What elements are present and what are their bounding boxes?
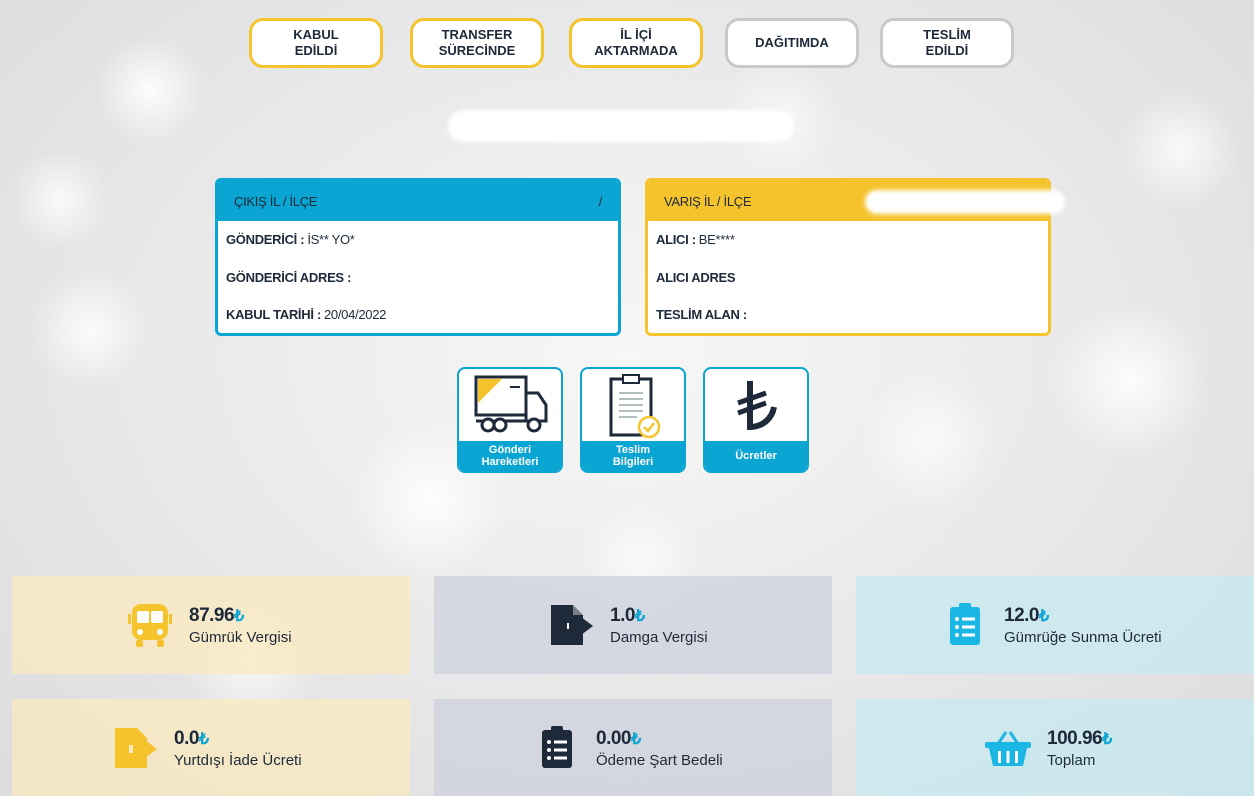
currency-symbol: ₺ [1102,730,1112,748]
fees-label: Ücretler [705,441,807,471]
fee-return-abroad: 0.0₺ Yurtdışı İade Ücreti [12,699,410,796]
sender-value: İS** YO* [307,232,355,248]
truck-icon [474,375,548,433]
step-out-for-delivery[interactable]: DAĞITIMDA [725,18,859,68]
fee-amount: 1.0 [610,604,635,626]
clipboard-list-icon [532,723,582,773]
fee-name: Gümrüğe Sunma Ücreti [1004,628,1162,646]
fee-amount: 0.0 [174,727,199,749]
fee-name: Toplam [1047,751,1096,769]
fee-amount: 87.96 [189,604,235,626]
sender-label: GÖNDERİCİ : [226,232,305,248]
delivery-info-tile[interactable]: Teslim Bilgileri [580,367,686,473]
accept-date-value: 20/04/2022 [323,307,387,323]
redacted-tracking-number [448,110,794,142]
fee-name: Gümrük Vergisi [189,628,292,646]
fee-customs-submission: 12.0₺ Gümrüğe Sunma Ücreti [856,576,1254,674]
clipboard-list-icon [940,600,990,650]
sender-row: GÖNDERİCİ : İS** YO* [218,221,618,259]
redacted-destination-city [865,190,1065,214]
fee-amount: 12.0 [1004,604,1039,626]
lira-icon [737,381,777,431]
fee-stamp-tax: 1.0₺ Damga Vergisi [434,576,832,674]
step-in-city-transfer[interactable]: İL İÇİ AKTARMADA [569,18,703,68]
fee-name: Yurtdışı İade Ücreti [174,751,302,769]
currency-symbol: ₺ [634,607,645,625]
currency-symbol: ₺ [234,607,244,625]
received-by-row: TESLİM ALAN : [648,296,1048,333]
bus-icon [125,600,175,650]
receiver-row: ALICI : BE**** [648,221,1048,259]
fee-payment-condition: 0.00₺ Ödeme Şart Bedeli [434,699,832,796]
shipment-movements-tile[interactable]: Gönderi Hareketleri [457,367,563,473]
fee-name: Ödeme Şart Bedeli [596,751,723,769]
fees-tile[interactable]: Ücretler [703,367,809,473]
origin-header-label: ÇIKIŞ İL / İLÇE [234,193,318,209]
basket-icon [983,723,1033,773]
sender-address-label: GÖNDERİCİ ADRES : [226,269,352,285]
origin-card: ÇIKIŞ İL / İLÇE / GÖNDERİCİ : İS** YO* G… [215,178,621,336]
destination-header-label: VARIŞ İL / İLÇE [664,193,752,209]
receiver-address-label: ALICI ADRES [656,269,736,285]
file-export-icon [546,600,596,650]
fee-total: 100.96₺ Toplam [856,699,1254,796]
step-in-transfer[interactable]: TRANSFER SÜRECİNDE [410,18,544,68]
shipment-movements-label: Gönderi Hareketleri [459,441,561,471]
shipment-status-steps: KABUL EDİLDİ TRANSFER SÜRECİNDE İL İÇİ A… [249,18,1015,68]
clipboard-check-icon [609,374,661,439]
fee-amount: 100.96 [1047,727,1103,749]
sender-address-row: GÖNDERİCİ ADRES : [218,259,618,297]
receiver-value: BE**** [698,232,735,248]
fee-amount: 0.00 [596,727,631,749]
accept-date-label: KABUL TARİHİ : [226,307,321,323]
fee-name: Damga Vergisi [610,628,708,646]
currency-symbol: ₺ [630,730,641,748]
file-export-icon [110,723,160,773]
step-delivered[interactable]: TESLİM EDİLDİ [880,18,1014,68]
delivery-info-label: Teslim Bilgileri [582,441,684,471]
currency-symbol: ₺ [198,730,209,748]
origin-header-value: / [598,193,603,209]
origin-card-header: ÇIKIŞ İL / İLÇE / [218,181,618,221]
receiver-label: ALICI : [656,232,696,248]
receiver-address-row: ALICI ADRES [648,259,1048,297]
fee-customs-tax: 87.96₺ Gümrük Vergisi [12,576,410,674]
currency-symbol: ₺ [1038,607,1049,625]
received-by-label: TESLİM ALAN : [656,307,747,323]
step-accepted[interactable]: KABUL EDİLDİ [249,18,383,68]
accept-date-row: KABUL TARİHİ : 20/04/2022 [218,296,618,333]
